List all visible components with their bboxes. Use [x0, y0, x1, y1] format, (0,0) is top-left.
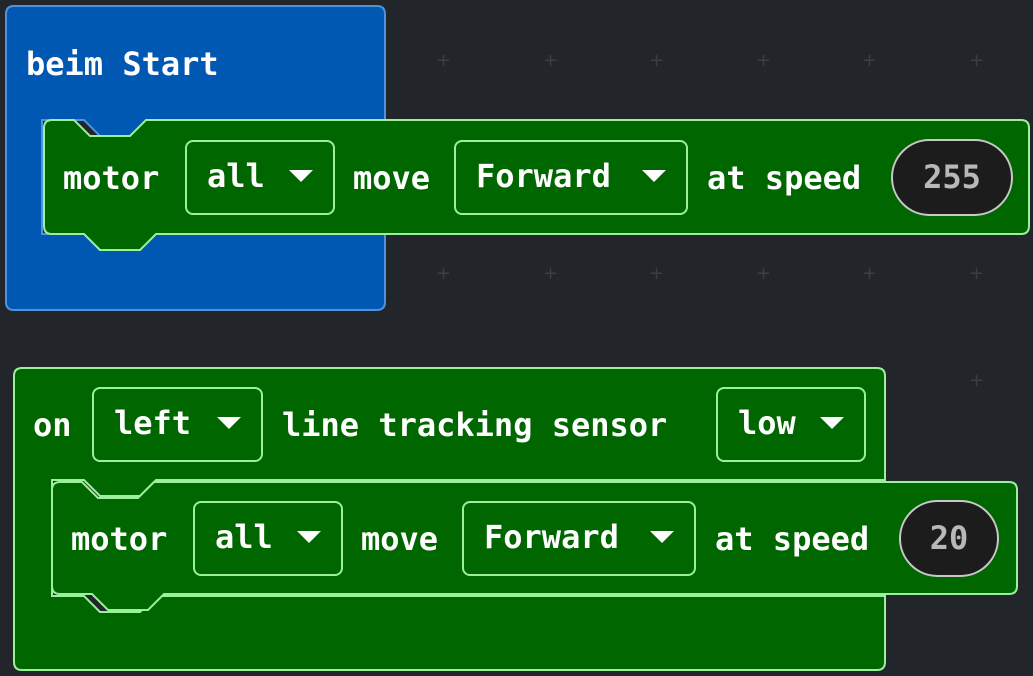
chevron-down-icon: [820, 417, 844, 429]
direction-value: Forward: [476, 157, 611, 195]
motor-select-dropdown[interactable]: all: [185, 140, 335, 215]
move-label: move: [361, 520, 439, 558]
chevron-down-icon: [217, 417, 241, 429]
start-block-label[interactable]: beim Start: [26, 46, 219, 82]
sensor-side-dropdown[interactable]: left: [92, 387, 263, 462]
motor-select-value: all: [215, 518, 273, 556]
on-label: on: [33, 406, 72, 444]
sensor-level-value: low: [738, 404, 796, 442]
line-tracking-sensor-label: line tracking sensor: [282, 406, 668, 444]
chevron-down-icon: [289, 170, 313, 182]
move-label: move: [353, 159, 431, 197]
motor-select-dropdown[interactable]: all: [193, 501, 343, 576]
chevron-down-icon: [297, 531, 321, 543]
chevron-down-icon: [650, 531, 674, 543]
chevron-down-icon: [642, 170, 666, 182]
motor-label: motor: [63, 159, 160, 197]
at-speed-label: at speed: [707, 159, 862, 197]
at-speed-label: at speed: [715, 520, 870, 558]
speed-input[interactable]: 255: [891, 139, 1013, 216]
motor-label: motor: [71, 520, 168, 558]
direction-value: Forward: [484, 518, 619, 556]
speed-input[interactable]: 20: [899, 500, 999, 577]
motor-select-value: all: [207, 157, 265, 195]
blocks-workspace[interactable]: + + + + + + + + + + + + + beim Start mot…: [0, 0, 1033, 676]
direction-dropdown[interactable]: Forward: [454, 140, 688, 215]
sensor-level-dropdown[interactable]: low: [716, 387, 866, 462]
direction-dropdown[interactable]: Forward: [462, 501, 696, 576]
sensor-side-value: left: [114, 404, 192, 442]
